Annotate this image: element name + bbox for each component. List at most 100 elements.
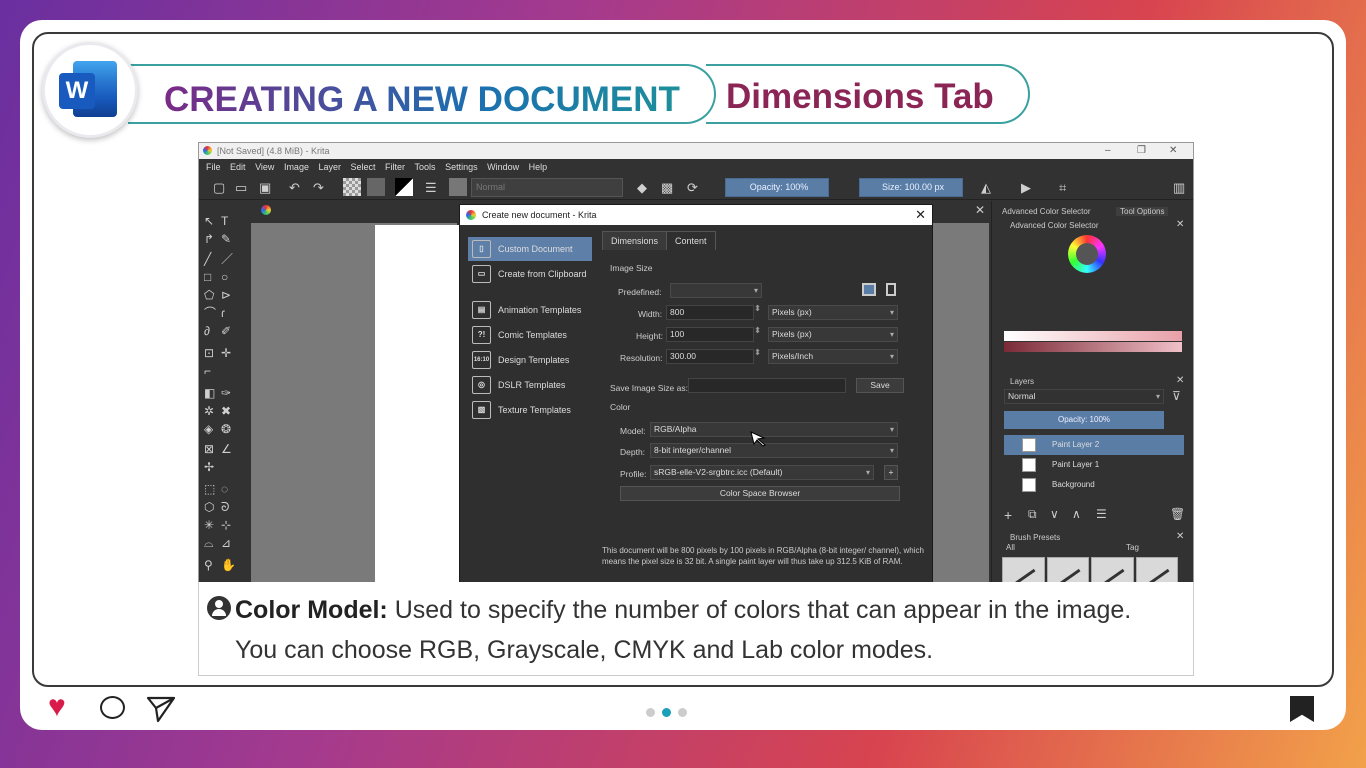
color-profile-select[interactable]: sRGB-elle-V2-srgbtrc.icc (Default) <box>650 465 874 480</box>
move-layer-down-icon[interactable]: ∨ <box>1050 507 1059 521</box>
layer-blend-select[interactable]: Normal <box>1004 389 1164 404</box>
tab-tool-options[interactable]: Tool Options <box>1116 207 1169 216</box>
color-gradient-bar-2[interactable] <box>1004 342 1182 352</box>
rect-select-icon[interactable]: ⬚ <box>204 483 215 495</box>
send-icon[interactable] <box>146 695 176 723</box>
dynamic-brush-icon[interactable]: ∂ <box>204 325 210 337</box>
layer-opacity-slider[interactable]: Opacity: 100% <box>1004 411 1164 429</box>
pattern-fill-icon[interactable]: ❂ <box>221 423 231 435</box>
color-swatch[interactable] <box>395 178 413 196</box>
sidebar-item-texture[interactable]: ▧ Texture Templates <box>468 398 592 422</box>
measure-tool-icon[interactable]: ∠ <box>221 443 232 455</box>
sidebar-item-dslr[interactable]: ◎ DSLR Templates <box>468 373 592 397</box>
bezier-tool-icon[interactable]: ⌒ <box>204 307 216 319</box>
menu-filter[interactable]: Filter <box>385 162 405 172</box>
page-dot-active[interactable] <box>662 708 671 717</box>
layer-properties-icon[interactable]: ☰ <box>1096 507 1107 521</box>
menu-help[interactable]: Help <box>529 162 548 172</box>
multibrush-icon[interactable]: ✐ <box>221 325 231 337</box>
fill-tool-icon[interactable]: ◈ <box>204 423 213 435</box>
polygon-select-icon[interactable]: ⬡ <box>204 501 214 513</box>
color-depth-select[interactable]: 8-bit integer/channel <box>650 443 898 458</box>
canvas-paper[interactable] <box>375 225 463 589</box>
eraser-icon[interactable]: ◆ <box>637 181 647 194</box>
transform-tool-icon[interactable]: ⊡ <box>204 347 214 359</box>
select-tool-icon[interactable]: ↖ <box>204 215 214 227</box>
height-spin-icon[interactable]: ⬍ <box>754 325 761 336</box>
layer-filter-icon[interactable]: ⊽ <box>1172 389 1181 403</box>
menu-image[interactable]: Image <box>284 162 309 172</box>
page-dot[interactable] <box>646 708 655 717</box>
move-tool-icon[interactable]: ✛ <box>221 347 231 359</box>
menu-view[interactable]: View <box>255 162 274 172</box>
freehand-select-icon[interactable]: ᘐ <box>221 501 229 513</box>
new-document-icon[interactable]: ▢ <box>213 181 225 194</box>
save-size-button[interactable]: Save <box>856 378 904 393</box>
menu-window[interactable]: Window <box>487 162 519 172</box>
crop-icon[interactable]: ⌗ <box>1059 181 1066 194</box>
move-layer-up-icon[interactable]: ∧ <box>1072 507 1081 521</box>
reload-icon[interactable]: ⟳ <box>687 181 698 194</box>
layer-row[interactable]: Paint Layer 2 <box>1004 435 1184 455</box>
resolution-spin-icon[interactable]: ⬍ <box>754 347 761 358</box>
menu-select[interactable]: Select <box>351 162 376 172</box>
color-selector-close-icon[interactable]: ✕ <box>1176 219 1184 230</box>
menu-file[interactable]: File <box>206 162 221 172</box>
brush-tool-icon[interactable]: ╱ <box>204 253 211 265</box>
opacity-slider[interactable]: Opacity: 100% <box>725 178 829 197</box>
window-close-icon[interactable]: ✕ <box>1169 143 1177 159</box>
document-close-icon[interactable]: ✕ <box>975 203 985 217</box>
calligraphy-icon[interactable]: ✎ <box>221 233 231 245</box>
brush-tag-select[interactable]: Tag <box>1126 543 1139 552</box>
color-space-browser-button[interactable]: Color Space Browser <box>620 486 900 501</box>
canvas-area-right[interactable] <box>931 223 989 589</box>
gradient-tool-icon[interactable]: ◧ <box>204 387 215 399</box>
polyline-tool-icon[interactable]: ⊳ <box>221 289 231 301</box>
ellipse-tool-icon[interactable]: ○ <box>221 271 228 283</box>
magnetic-select-icon[interactable]: ⊿ <box>221 537 231 549</box>
heart-icon[interactable]: ♥ <box>48 692 66 722</box>
menu-layer[interactable]: Layer <box>318 162 341 172</box>
sidebar-item-custom-document[interactable]: ▯ Custom Document <box>468 237 592 261</box>
landscape-icon[interactable] <box>862 283 876 296</box>
bezier-select-icon[interactable]: ⌓ <box>204 537 214 549</box>
color-model-select[interactable]: RGB/Alpha <box>650 422 898 437</box>
brush-presets-close-icon[interactable]: ✕ <box>1176 531 1184 542</box>
open-folder-icon[interactable]: ▭ <box>235 181 247 194</box>
document-tab-icon[interactable] <box>261 205 271 215</box>
layer-row[interactable]: Paint Layer 1 <box>1004 455 1184 475</box>
smart-patch-icon[interactable]: ✲ <box>204 405 214 417</box>
line-tool-icon[interactable]: ／ <box>221 253 233 265</box>
polygon-tool-icon[interactable]: ⬠ <box>204 289 214 301</box>
portrait-icon[interactable] <box>886 283 896 296</box>
reference-tool-icon[interactable]: ✢ <box>204 461 214 473</box>
dialog-close-icon[interactable]: ✕ <box>915 205 926 225</box>
tab-dimensions[interactable]: Dimensions <box>602 231 668 250</box>
width-input[interactable]: 800 <box>666 305 754 320</box>
resolution-input[interactable]: 300.00 <box>666 349 754 364</box>
settings-lines-icon[interactable]: ☰ <box>425 181 437 194</box>
resolution-unit-select[interactable]: Pixels/Inch <box>768 349 898 364</box>
sidebar-item-comic[interactable]: ?! Comic Templates <box>468 323 592 347</box>
tab-advanced-color-selector[interactable]: Advanced Color Selector <box>1002 207 1091 216</box>
ellipse-select-icon[interactable]: ◌ <box>221 483 228 495</box>
color-wheel[interactable] <box>1068 235 1106 273</box>
minimize-icon[interactable]: – <box>1105 143 1111 159</box>
comment-icon[interactable] <box>100 696 125 719</box>
save-icon[interactable]: ▣ <box>259 181 271 194</box>
undo-icon[interactable]: ↶ <box>289 181 300 194</box>
layer-row[interactable]: Background <box>1004 475 1184 495</box>
height-input[interactable]: 100 <box>666 327 754 342</box>
brush-preset-icon[interactable] <box>449 178 467 196</box>
freehand-path-icon[interactable]: ɾ <box>221 307 225 319</box>
sidebar-item-design[interactable]: 16:10 Design Templates <box>468 348 592 372</box>
brush-filter-select[interactable]: All <box>1006 543 1015 552</box>
edit-shapes-icon[interactable]: ↱ <box>204 233 214 245</box>
rectangle-tool-icon[interactable]: □ <box>204 271 211 283</box>
menu-tools[interactable]: Tools <box>415 162 436 172</box>
redo-icon[interactable]: ↷ <box>313 181 324 194</box>
text-tool-icon[interactable]: T <box>221 215 228 227</box>
pan-tool-icon[interactable]: ✋ <box>221 559 236 571</box>
width-spin-icon[interactable]: ⬍ <box>754 303 761 314</box>
mirror-vertical-icon[interactable]: ▶ <box>1021 181 1031 194</box>
